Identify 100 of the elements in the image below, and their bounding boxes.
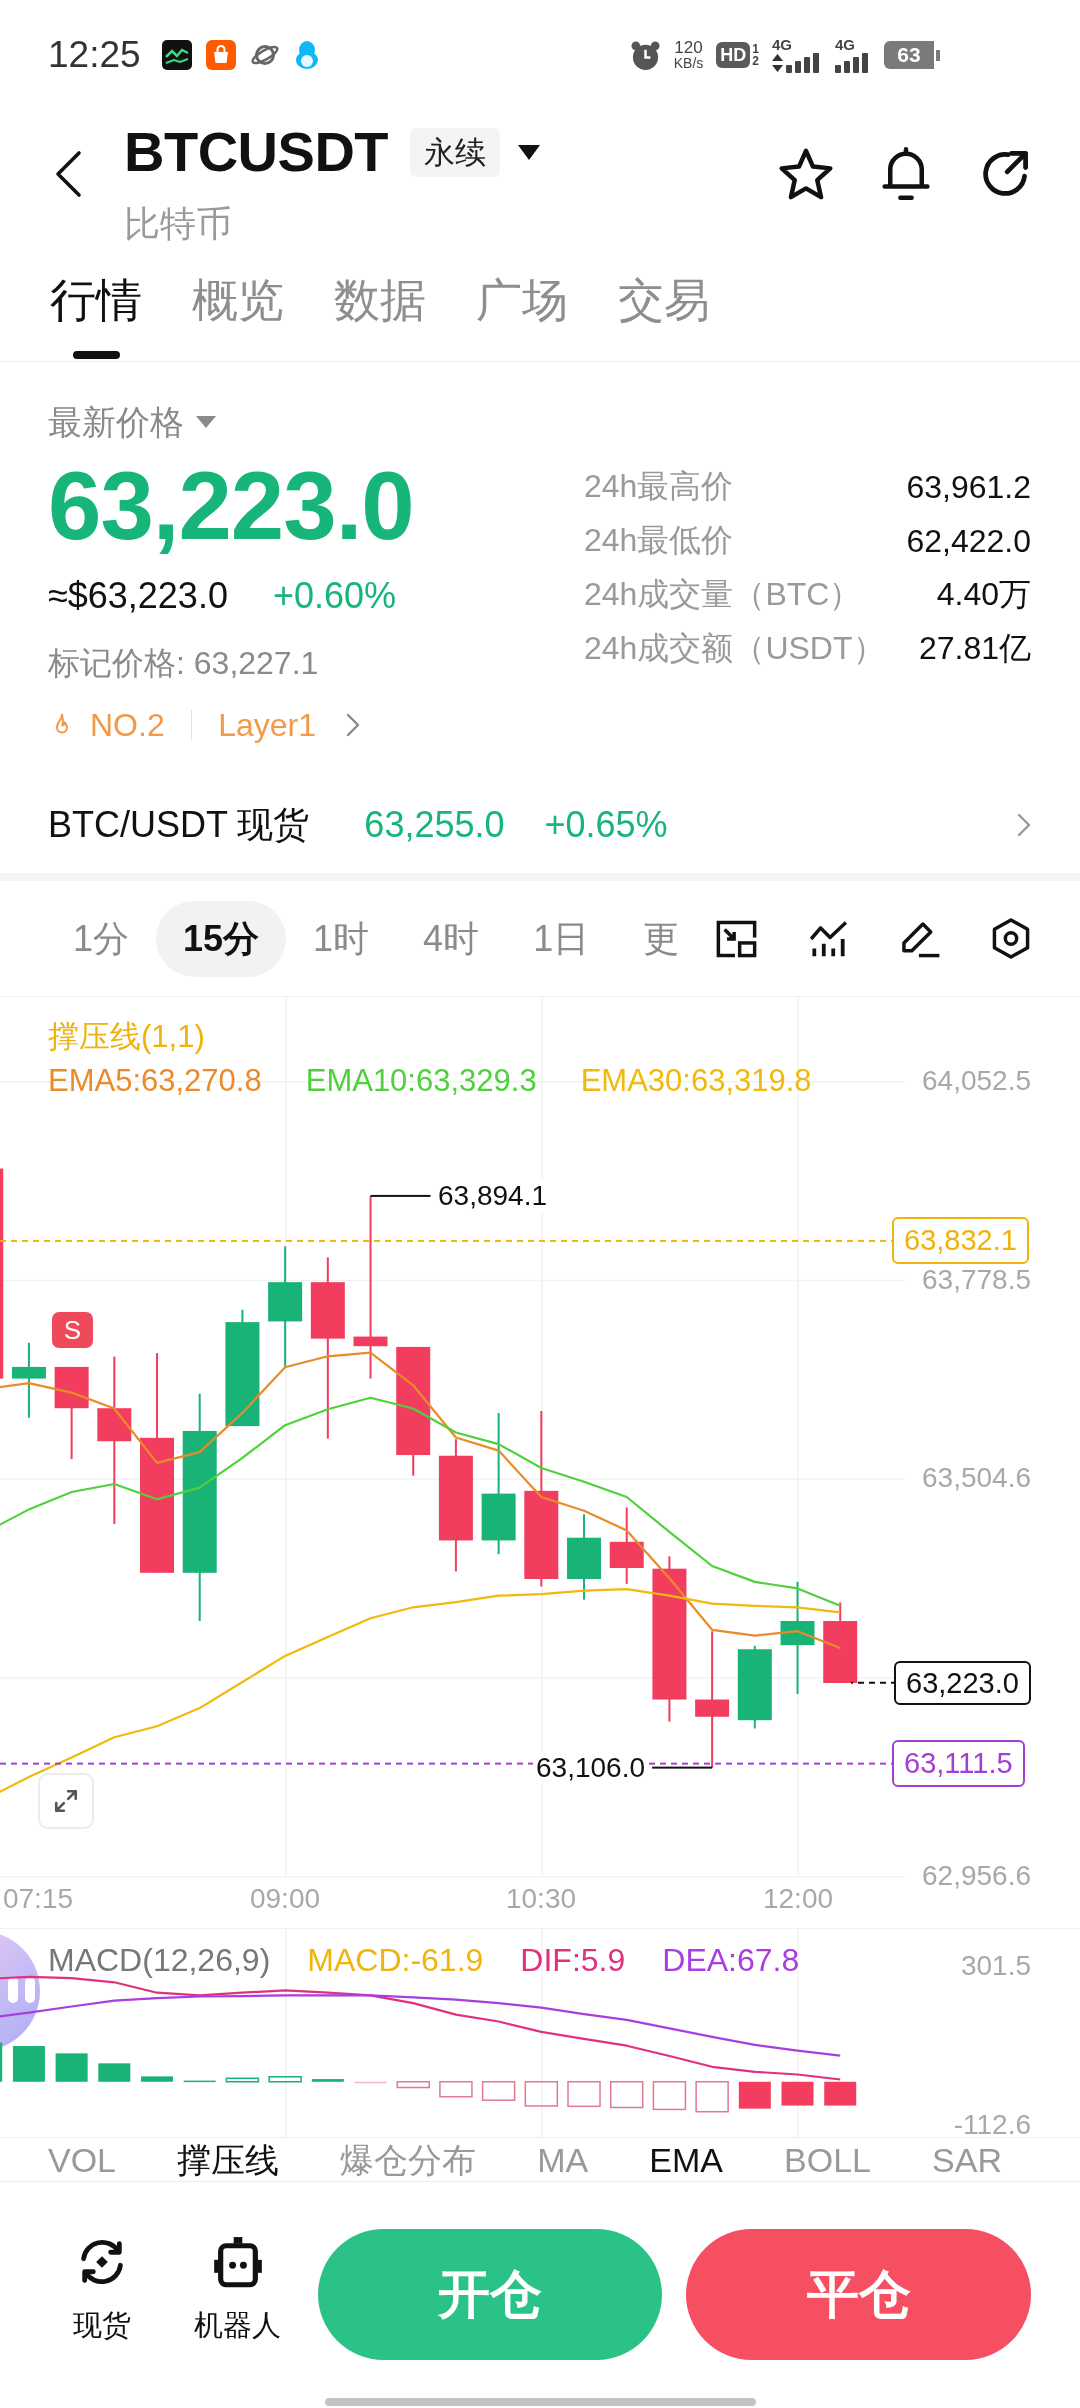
macd-axis-label: 301.5	[960, 1952, 1031, 1980]
network-type-label: 4G	[772, 37, 792, 52]
chevron-icon[interactable]	[346, 713, 361, 737]
pencil-icon[interactable]	[900, 919, 941, 958]
shortcut-button[interactable]: 机器人	[192, 2229, 283, 2342]
fullscreen-button[interactable]	[38, 1773, 94, 1829]
interval-tab[interactable]: 4时	[396, 900, 507, 977]
price-axis-label: 62,956.6	[922, 1862, 1031, 1890]
spot-change: +0.65%	[544, 803, 668, 847]
indicator-tab[interactable]: VOL	[48, 2139, 117, 2180]
indicator-tab[interactable]: 爆仓分布	[340, 2139, 477, 2180]
robot-icon	[213, 2236, 262, 2288]
indicator-tab[interactable]: 撑压线	[177, 2139, 280, 2180]
alarm-icon	[629, 39, 661, 71]
last-price-tag: 63,223.0	[894, 1661, 1031, 1705]
page-tab[interactable]: 交易	[618, 277, 710, 323]
picture-in-picture-icon[interactable]	[716, 919, 757, 958]
star-icon[interactable]	[779, 148, 833, 200]
macd-bar	[524, 2081, 559, 2107]
speed-unit: KB/s	[673, 56, 704, 71]
macd-bar	[354, 2081, 387, 2084]
settings-icon[interactable]	[992, 918, 1030, 959]
price-axis-label: 63,778.5	[922, 1266, 1031, 1294]
time-axis-label: 10:30	[504, 1885, 578, 1913]
interval-tab[interactable]: 更	[616, 900, 707, 977]
spot-price: 63,255.0	[364, 803, 505, 847]
bell-icon[interactable]	[881, 147, 931, 201]
indicator-tab[interactable]: MA	[537, 2139, 589, 2180]
hd-index-label: 1	[752, 43, 759, 55]
indicator-legend-title: 撑压线(1,1)	[48, 1018, 205, 1056]
penguin-icon	[293, 40, 320, 70]
interval-tab[interactable]: 15分	[156, 900, 287, 977]
macd-bar	[695, 2081, 729, 2113]
macd-legend-value: MACD:-61.9	[307, 1941, 484, 1980]
sector-link[interactable]: Layer1	[218, 703, 317, 747]
stat-label: 24h成交额（USDT）	[584, 629, 885, 668]
stat-value: 63,961.2	[906, 468, 1031, 506]
page-tab[interactable]: 概览	[192, 277, 284, 323]
ema-legend-value: EMA30:63,319.8	[580, 1062, 812, 1100]
last-price: 63,223.0	[48, 456, 414, 556]
macd-legend-title: MACD(12,26,9)	[48, 1941, 271, 1980]
mark-price: 标记价格: 63,227.1	[48, 644, 320, 683]
network-type-label: 4G	[835, 37, 855, 52]
expand-icon	[53, 1788, 79, 1814]
stat-value: 27.81亿	[918, 629, 1031, 668]
macd-bar	[609, 2081, 644, 2109]
shortcut-button[interactable]: 现货	[57, 2229, 147, 2342]
dropdown-caret-icon[interactable]	[518, 144, 541, 160]
macd-bar	[824, 2081, 857, 2106]
spot-pair-label[interactable]: BTC/USDT 现货	[48, 795, 310, 855]
shop-app-icon	[205, 40, 236, 70]
macd-bar	[781, 2081, 814, 2106]
time-axis-label: 12:00	[761, 1885, 835, 1913]
macd-bar	[225, 2077, 260, 2083]
indicator-chart-icon[interactable]	[808, 919, 849, 958]
macd-legend-value: DIF:5.9	[520, 1941, 626, 1980]
macd-bar	[141, 2076, 174, 2082]
macd-bar	[183, 2080, 216, 2083]
tab-indicator	[72, 351, 120, 359]
ema-legend-value: EMA10:63,329.3	[305, 1062, 537, 1100]
time-axis-label: 09:00	[248, 1885, 322, 1913]
page-tab[interactable]: 广场	[476, 277, 568, 323]
macd-bar	[481, 2081, 516, 2101]
macd-bar	[12, 2046, 45, 2082]
battery-indicator: 63	[884, 41, 940, 69]
open-position-button[interactable]: 开仓	[317, 2229, 663, 2360]
macd-bar	[396, 2081, 430, 2089]
stat-label: 24h成交量（BTC）	[584, 575, 862, 614]
network-speed: 120	[674, 39, 703, 56]
page-tab[interactable]: 数据	[334, 277, 426, 323]
indicator-tab[interactable]: BOLL	[784, 2139, 871, 2180]
back-icon[interactable]	[54, 150, 82, 198]
page-tab[interactable]: 行情	[50, 277, 142, 323]
price-type-label[interactable]: 最新价格	[48, 400, 184, 444]
close-position-button[interactable]: 平仓	[686, 2229, 1031, 2360]
stat-value: 4.40万	[936, 575, 1031, 614]
chevron-icon[interactable]	[1017, 813, 1031, 837]
resistance-price-tag: 63,832.1	[892, 1217, 1029, 1264]
sell-signal-marker: S	[52, 1312, 93, 1348]
indicator-tab[interactable]: SAR	[932, 2139, 1002, 2180]
price-change: +0.60%	[272, 574, 397, 618]
symbol-subtitle: 比特币	[124, 202, 233, 246]
support-price-tag: 63,111.5	[892, 1740, 1025, 1787]
macd-axis-label: -112.6	[953, 2111, 1031, 2137]
interval-tab[interactable]: 1分	[46, 900, 157, 977]
hd-index-label: 2	[752, 55, 759, 67]
contract-type-chip[interactable]: 永续	[410, 127, 501, 177]
price-axis-label: 64,052.5	[922, 1067, 1031, 1095]
indicator-tab[interactable]: EMA	[649, 2139, 723, 2180]
interval-tab[interactable]: 1日	[506, 900, 617, 977]
stat-label: 24h最低价	[584, 521, 734, 560]
caret-icon[interactable]	[196, 416, 216, 428]
macd-bar	[738, 2081, 771, 2109]
stat-value: 62,422.0	[906, 522, 1031, 560]
chart-app-icon	[161, 40, 192, 70]
interval-tab[interactable]: 1时	[286, 900, 397, 977]
stat-label: 24h最高价	[584, 467, 734, 506]
macd-bar	[652, 2081, 687, 2111]
symbol-title: BTCUSDT	[124, 120, 389, 184]
macd-bar	[567, 2081, 601, 2108]
